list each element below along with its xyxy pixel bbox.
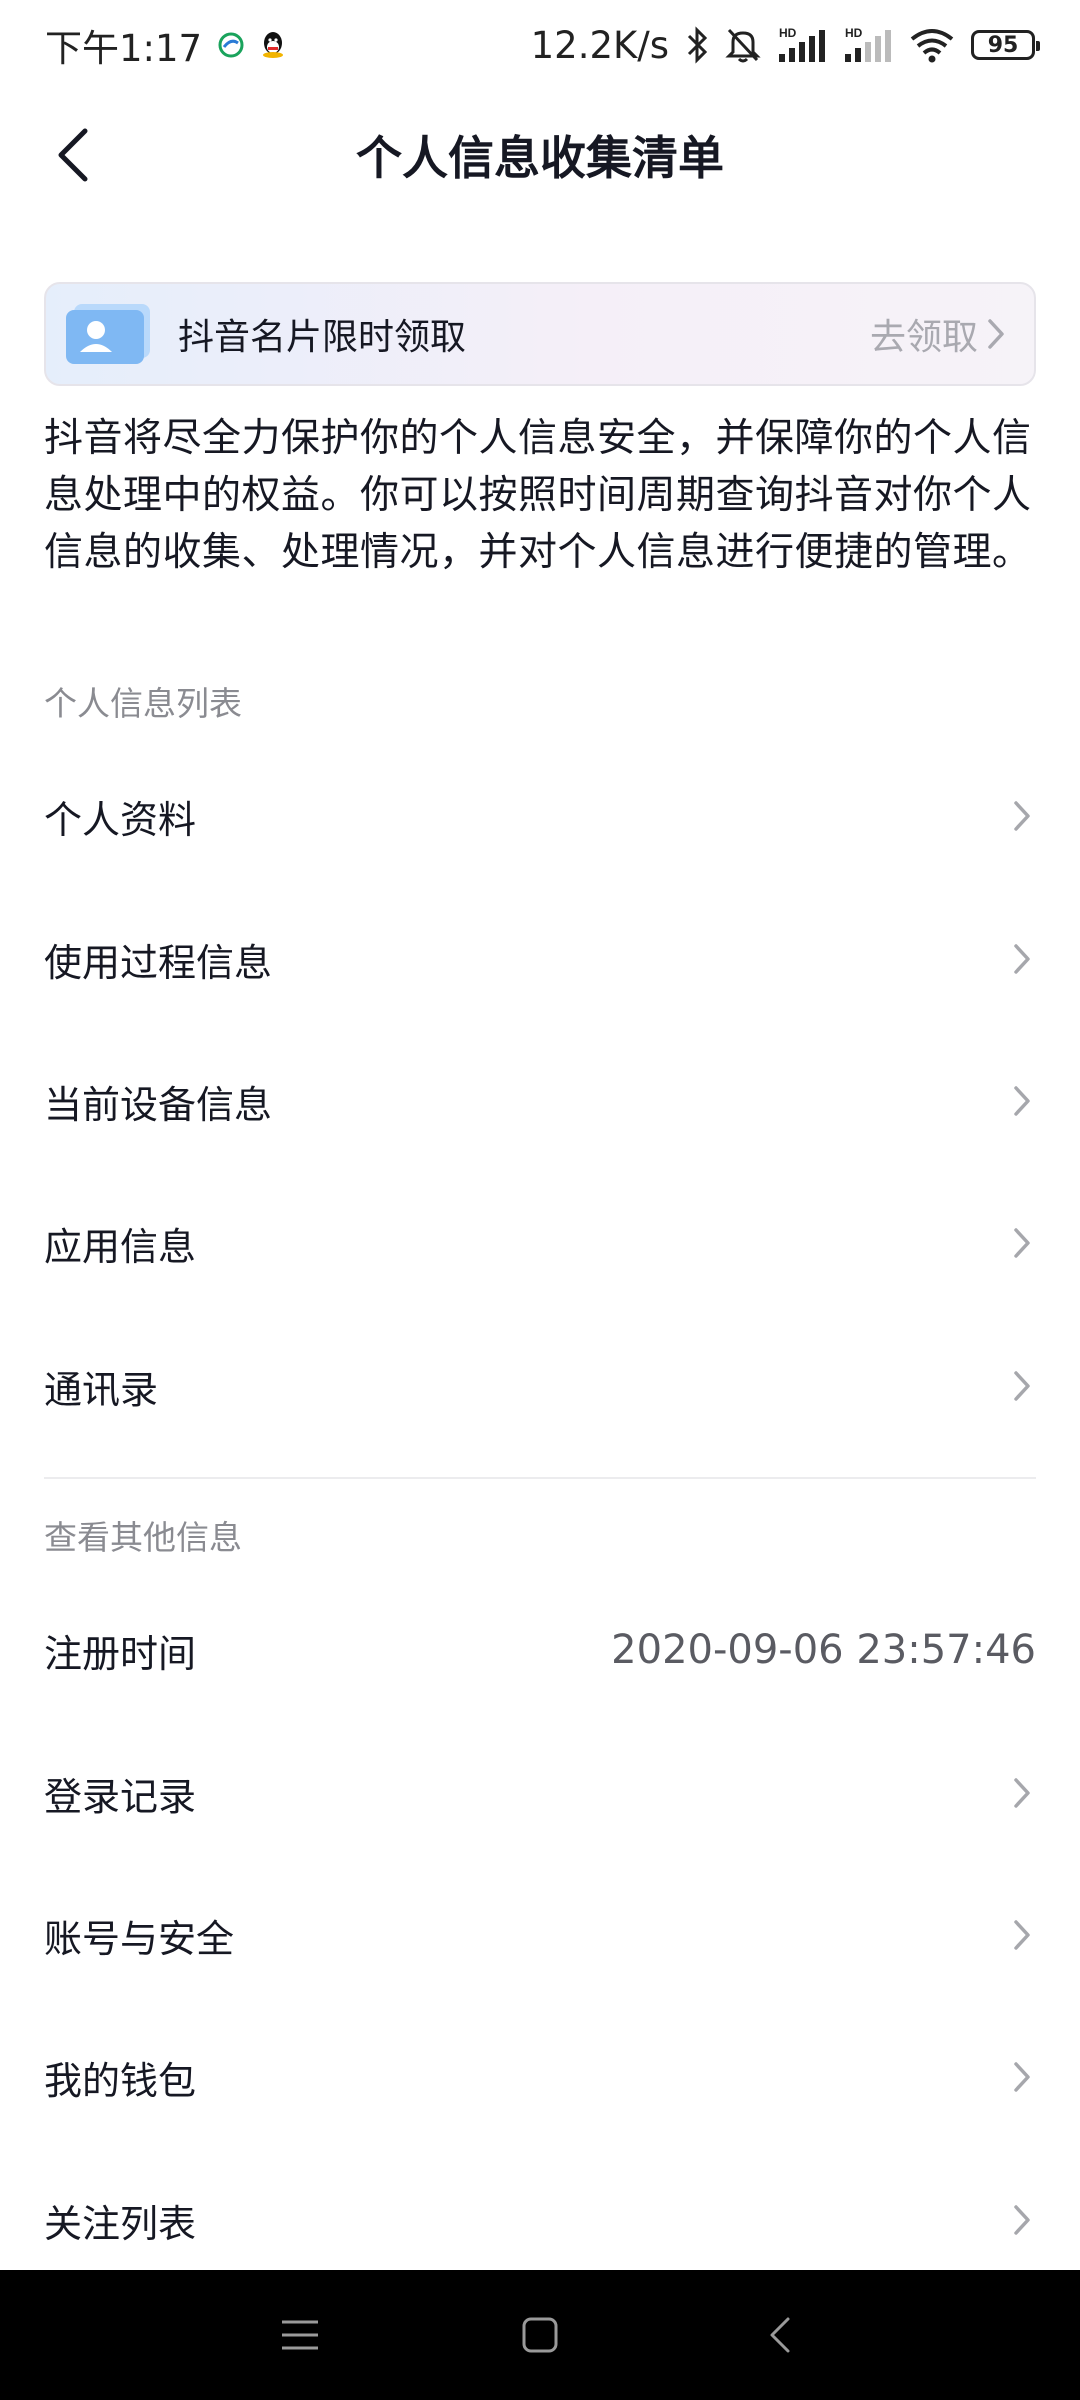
chevron-right-icon <box>1008 796 1036 836</box>
status-bar-left: 下午1:17 <box>45 18 286 72</box>
claim-label: 去领取 <box>869 317 978 358</box>
section-label-personal: 个人信息列表 <box>44 684 242 723</box>
qq-icon <box>260 30 286 60</box>
page-title: 个人信息收集清单 <box>356 131 724 185</box>
carrier-icon <box>218 32 244 58</box>
list-item-device-info[interactable]: 当前设备信息 <box>44 1051 1036 1151</box>
promo-banner[interactable]: 抖音名片限时领取 去领取 <box>44 282 1036 386</box>
menu-icon <box>282 2320 318 2350</box>
battery-level: 95 <box>987 32 1019 58</box>
home-button[interactable] <box>505 2300 575 2370</box>
list-item-account-security[interactable]: 账号与安全 <box>44 1885 1036 1985</box>
list-item-label: 使用过程信息 <box>44 940 273 985</box>
banner-title: 抖音名片限时领取 <box>178 317 467 358</box>
list-item-label: 我的钱包 <box>44 2058 197 2103</box>
list-item-label: 应用信息 <box>44 1224 197 1269</box>
battery-icon: 95 <box>971 30 1040 60</box>
registration-time-value: 2020-09-06 23:57:46 <box>611 1627 1036 1673</box>
list-item-personal-profile[interactable]: 个人资料 <box>44 766 1036 866</box>
menu-button[interactable] <box>265 2300 335 2370</box>
list-item-label: 当前设备信息 <box>44 1082 273 1127</box>
chevron-right-icon <box>1008 939 1036 979</box>
chevron-right-icon <box>1008 2200 1036 2240</box>
back-triangle-icon <box>770 2317 790 2353</box>
section-label-other: 查看其他信息 <box>44 1518 242 1557</box>
chevron-right-icon <box>1008 1773 1036 1813</box>
status-time: 下午1:17 <box>45 27 203 70</box>
chevron-left-icon <box>58 128 88 182</box>
list-item-login-records[interactable]: 登录记录 <box>44 1743 1036 1843</box>
chevron-right-icon <box>1008 2057 1036 2097</box>
list-item-app-info[interactable]: 应用信息 <box>44 1193 1036 1293</box>
network-speed: 12.2K/s <box>530 23 669 67</box>
signal-icon: HD <box>843 26 893 64</box>
wifi-icon <box>909 27 955 63</box>
list-item-registration-time: 注册时间 2020-09-06 23:57:46 <box>44 1600 1036 1700</box>
back-button[interactable] <box>40 122 106 188</box>
privacy-description: 抖音将尽全力保护你的个人信息安全，并保障你的个人信息处理中的权益。你可以按照时间… <box>44 416 1032 575</box>
hd-label: HD <box>845 26 863 40</box>
claim-link[interactable]: 去领取 <box>870 308 1006 360</box>
section-divider <box>44 1477 1036 1479</box>
list-item-label: 通讯录 <box>44 1367 159 1412</box>
chevron-right-icon <box>1008 1081 1036 1121</box>
status-bar: 下午1:17 12.2K/s HD HD 95 <box>0 0 1080 90</box>
system-nav-bar <box>0 2270 1080 2400</box>
list-item-usage-info[interactable]: 使用过程信息 <box>44 909 1036 1009</box>
back-nav-button[interactable] <box>745 2300 815 2370</box>
list-item-wallet[interactable]: 我的钱包 <box>44 2027 1036 2127</box>
page: 下午1:17 12.2K/s HD HD 95 个人信息收集清单 抖音名片限时领… <box>0 0 1080 2400</box>
list-item-following-list[interactable]: 关注列表 <box>44 2170 1036 2270</box>
header: 个人信息收集清单 <box>0 100 1080 210</box>
home-square-icon <box>522 2317 558 2353</box>
chevron-right-icon <box>1008 1223 1036 1263</box>
list-item-contacts[interactable]: 通讯录 <box>44 1336 1036 1436</box>
bluetooth-icon <box>685 26 709 64</box>
chevron-right-icon <box>988 319 1004 349</box>
list-item-label: 账号与安全 <box>44 1916 235 1961</box>
list-item-label: 个人资料 <box>44 797 197 842</box>
hd-label: HD <box>779 26 797 40</box>
chevron-right-icon <box>1008 1915 1036 1955</box>
mute-icon <box>725 26 761 64</box>
list-item-label: 注册时间 <box>44 1631 197 1676</box>
id-card-icon <box>64 302 152 366</box>
signal-icon: HD <box>777 26 827 64</box>
list-item-label: 关注列表 <box>44 2201 197 2246</box>
status-bar-right: 12.2K/s HD HD 95 <box>530 23 1040 67</box>
chevron-right-icon <box>1008 1366 1036 1406</box>
list-item-label: 登录记录 <box>44 1774 197 1819</box>
